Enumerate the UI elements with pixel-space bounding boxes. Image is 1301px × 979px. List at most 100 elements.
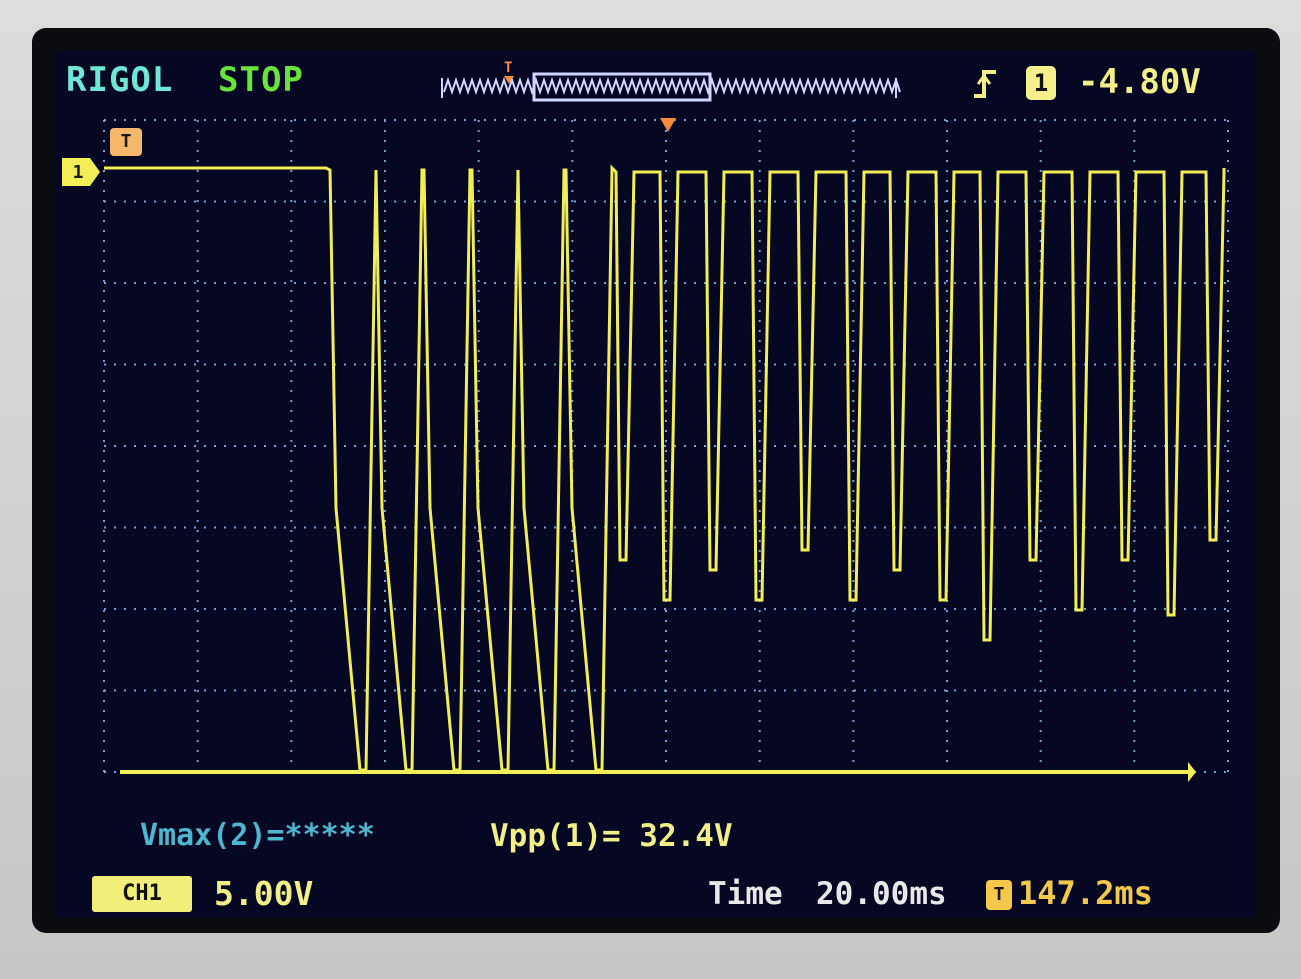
grid-dot [494,282,496,284]
grid-dot [874,200,876,203]
grid-dot [1064,119,1066,121]
grid-dot [794,119,796,121]
grid-dot [584,200,586,203]
grid-dot [1039,150,1042,152]
grid-dot [674,608,676,610]
grid-dot [852,460,855,462]
grid-dot [758,570,761,572]
grid-dot [571,180,574,182]
grid-dot [946,170,948,172]
grid-dot [504,363,506,366]
grid-dot [477,690,480,692]
grid-dot [1039,760,1042,762]
grid-dot [665,560,667,562]
grid-dot [571,660,574,662]
grid-dot [477,140,480,142]
grid-dot [758,670,761,672]
grid-dot [852,310,855,312]
grid-dot [477,610,480,612]
grid-dot [477,170,480,172]
grid-dot [384,620,386,622]
grid-dot [852,470,855,472]
grid-dot [734,445,736,447]
grid-dot [174,119,176,121]
grid-dot [924,119,926,121]
grid-dot [290,640,293,642]
grid-dot [534,200,536,203]
grid-dot [534,689,536,692]
grid-dot [946,710,948,712]
grid-dot [1034,200,1036,203]
grid-dot [644,200,646,203]
grid-dot [1227,650,1229,652]
grid-dot [1164,608,1166,610]
grid-dot [204,119,206,121]
ch1-badge[interactable]: CH1 [92,876,192,912]
grid-dot [524,282,526,284]
grid-dot [1064,200,1066,203]
grid-dot [758,450,761,452]
grid-dot [354,526,356,529]
grid-dot [852,620,855,622]
grid-dot [254,363,256,366]
grid-dot [1164,689,1166,692]
grid-dot [1024,608,1026,610]
grid-dot [974,689,976,692]
grid-dot [852,390,855,392]
grid-dot [974,526,976,529]
grid-dot [234,119,236,121]
grid-dot [946,310,948,312]
grid-dot [334,282,336,284]
grid-dot [477,400,480,402]
run-status[interactable]: STOP [218,60,304,100]
grid-dot [304,200,306,203]
trigger-source-badge[interactable]: 1 [1026,66,1056,100]
grid-dot [274,119,276,121]
grid-dot [1084,119,1086,121]
grid-dot [774,119,776,121]
grid-dot [364,689,366,692]
grid-dot [304,526,306,529]
grid-dot [571,200,574,202]
ch1-marker-label: 1 [72,162,84,183]
grid-dot [852,330,855,332]
grid-dot [758,340,761,342]
grid-dot [644,526,646,529]
memory-timeline[interactable]: T [438,58,902,108]
grid-dot [1039,510,1042,512]
grid-dot [1034,689,1036,692]
grid-dot [574,608,576,610]
grid-dot [290,120,293,122]
grid-dot [290,540,293,542]
grid-dot [1039,520,1042,522]
grid-dot [344,445,346,447]
grid-dot [384,610,386,612]
grid-dot [384,470,386,472]
grid-dot [852,500,855,502]
grid-dot [1154,200,1156,203]
grid-dot [852,410,855,412]
grid-dot [104,282,106,284]
grid-dot [624,689,626,692]
grid-dot [758,650,761,652]
grid-dot [290,500,293,502]
grid-dot [324,119,326,121]
grid-dot [224,200,226,203]
grid-dot [574,689,576,692]
grid-dot [946,260,948,262]
grid-dot [854,282,856,284]
grid-dot [103,640,105,642]
grid-dot [654,119,656,121]
grid-dot [852,260,855,262]
grid-dot [464,200,466,203]
grid-dot [758,500,761,502]
grid-dot [384,720,386,722]
grid-dot [477,210,480,212]
grid-dot [665,290,667,292]
grid-dot [174,200,176,203]
grid-dot [665,430,667,432]
grid-dot [384,680,386,682]
grid-dot [1184,689,1186,692]
grid-dot [824,282,826,284]
grid-dot [290,390,293,392]
